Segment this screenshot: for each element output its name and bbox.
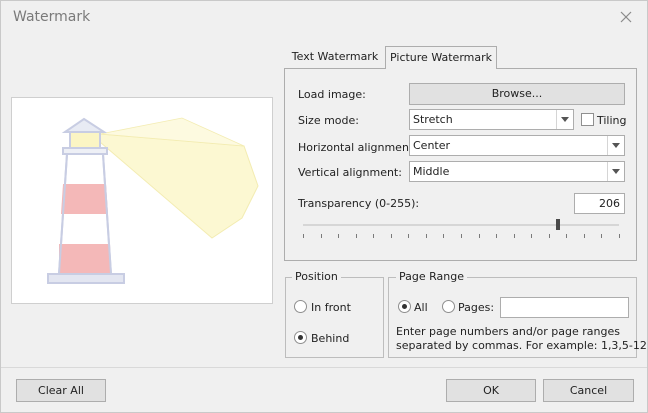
all-pages-label: All [414, 301, 428, 314]
slider-tick [601, 234, 602, 238]
in-front-radio[interactable] [294, 300, 307, 313]
slider-tick [338, 234, 339, 238]
transparency-slider-thumb[interactable] [556, 219, 560, 230]
page-range-help-text: Enter page numbers and/or page ranges se… [396, 325, 647, 353]
watermark-dialog: Watermark Text Watermark Picture Waterma… [0, 0, 648, 413]
horizontal-alignment-label: Horizontal alignment: [298, 141, 417, 154]
slider-tick [619, 234, 620, 238]
lighthouse-preview-image [47, 117, 259, 284]
size-mode-select[interactable]: Stretch [409, 109, 574, 130]
horizontal-alignment-select[interactable]: Center [409, 135, 625, 156]
in-front-label: In front [311, 301, 351, 314]
slider-tick [549, 234, 550, 238]
transparency-slider-track[interactable] [303, 224, 619, 226]
slider-tick [356, 234, 357, 238]
browse-button[interactable]: Browse... [409, 83, 625, 105]
ok-button[interactable]: OK [446, 379, 536, 402]
chevron-down-icon [556, 110, 573, 129]
transparency-label: Transparency (0-255): [298, 197, 420, 210]
slider-tick [461, 234, 462, 238]
slider-tick [408, 234, 409, 238]
transparency-input[interactable]: 206 [574, 193, 625, 214]
cancel-button[interactable]: Cancel [543, 379, 634, 402]
vertical-alignment-select[interactable]: Middle [409, 161, 625, 182]
tiling-checkbox[interactable] [581, 113, 594, 126]
slider-tick [373, 234, 374, 238]
slider-tick [514, 234, 515, 238]
chevron-down-icon [607, 162, 624, 181]
slider-tick [303, 234, 304, 238]
page-range-group-title: Page Range [396, 270, 467, 283]
position-group [285, 277, 384, 358]
all-pages-radio[interactable] [398, 300, 411, 313]
clear-all-button[interactable]: Clear All [16, 379, 106, 402]
chevron-down-icon [607, 136, 624, 155]
vertical-alignment-value: Middle [413, 165, 450, 178]
horizontal-alignment-value: Center [413, 139, 451, 152]
size-mode-value: Stretch [413, 113, 453, 126]
title-bar: Watermark [1, 1, 647, 33]
footer-divider [1, 367, 647, 368]
light-beam [99, 133, 259, 239]
slider-tick [321, 234, 322, 238]
slider-tick [531, 234, 532, 238]
slider-tick [584, 234, 585, 238]
slider-tick [443, 234, 444, 238]
pages-radio[interactable] [442, 300, 455, 313]
slider-tick [479, 234, 480, 238]
size-mode-label: Size mode: [298, 114, 359, 127]
load-image-label: Load image: [298, 88, 366, 101]
close-icon [620, 11, 632, 23]
tab-text-watermark[interactable]: Text Watermark [287, 46, 383, 68]
lighthouse-base [47, 273, 125, 284]
watermark-preview [11, 97, 273, 304]
lighthouse-roof [61, 117, 108, 133]
slider-tick [426, 234, 427, 238]
slider-tick [496, 234, 497, 238]
tiling-label: Tiling [597, 114, 627, 127]
close-button[interactable] [617, 8, 635, 26]
slider-tick [391, 234, 392, 238]
vertical-alignment-label: Vertical alignment: [298, 166, 402, 179]
lighthouse-lamp [69, 131, 101, 149]
behind-radio[interactable] [294, 331, 307, 344]
pages-label: Pages: [458, 301, 495, 314]
behind-label: Behind [311, 332, 350, 345]
pages-input[interactable] [500, 297, 629, 318]
page-range-help-line-2: separated by commas. For example: 1,3,5-… [396, 339, 647, 352]
dialog-title: Watermark [13, 9, 91, 25]
tab-picture-watermark[interactable]: Picture Watermark [385, 46, 497, 69]
page-range-help-line-1: Enter page numbers and/or page ranges [396, 325, 620, 338]
position-group-title: Position [292, 270, 341, 283]
slider-tick [566, 234, 567, 238]
